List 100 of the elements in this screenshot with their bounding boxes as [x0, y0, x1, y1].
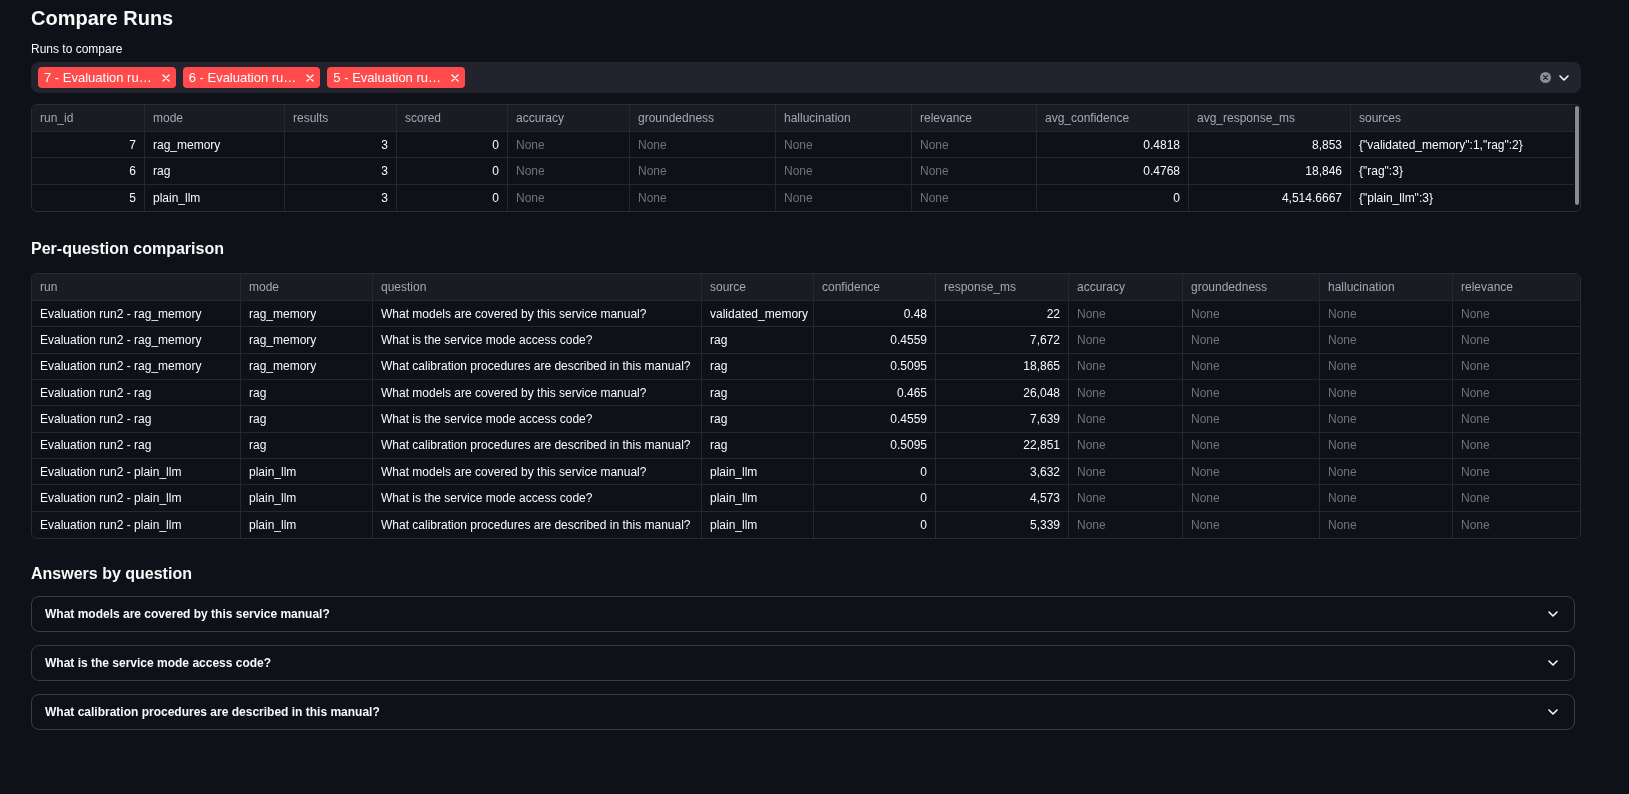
column-header[interactable]: results [285, 105, 397, 132]
expander[interactable]: What models are covered by this service manual? [31, 595, 1575, 633]
table-cell: plain_llm [241, 485, 373, 512]
column-header[interactable]: hallucination [1320, 274, 1453, 301]
table-cell: 0 [397, 132, 508, 159]
column-header[interactable]: avg_confidence [1037, 105, 1189, 132]
table-cell: None [1453, 301, 1580, 328]
column-header[interactable]: scored [397, 105, 508, 132]
table-cell: Evaluation run2 - plain_llm [32, 511, 241, 538]
table-cell: plain_llm [702, 458, 814, 486]
column-header[interactable]: confidence [814, 274, 936, 301]
table-cell: None [1320, 511, 1453, 538]
table-cell: None [1183, 353, 1320, 380]
table-cell: 26,048 [936, 379, 1069, 407]
table-cell: None [1069, 379, 1183, 407]
table-cell: 0.4818 [1037, 132, 1189, 159]
table-cell: None [1183, 327, 1320, 354]
table-cell: {"validated_memory":1,"rag":2} [1351, 132, 1574, 159]
table-cell: None [1320, 301, 1453, 328]
table-cell: 0.5095 [814, 353, 936, 380]
column-header[interactable]: mode [145, 105, 285, 132]
table-cell: None [1183, 406, 1320, 433]
table-cell: Evaluation run2 - plain_llm [32, 458, 241, 486]
field-label: Runs to compare [31, 41, 123, 57]
chevron-down-icon[interactable] [1559, 74, 1569, 81]
expander[interactable]: What calibration procedures are described in this manual? [31, 693, 1575, 731]
table-cell: None [1453, 379, 1580, 407]
table-cell: What models are covered by this service manual? [373, 379, 702, 407]
table-cell: 6 [32, 158, 145, 185]
table-cell: None [1320, 353, 1453, 380]
table-cell: None [912, 158, 1037, 185]
table-cell: None [1320, 485, 1453, 512]
table-cell: None [1069, 301, 1183, 328]
column-header[interactable]: groundedness [630, 105, 776, 132]
column-header[interactable]: accuracy [1069, 274, 1183, 301]
column-header[interactable]: relevance [912, 105, 1037, 132]
table-cell: Evaluation run2 - rag [32, 379, 241, 407]
table-cell: None [1320, 406, 1453, 433]
column-header[interactable]: run_id [32, 105, 145, 132]
column-header[interactable]: run [32, 274, 241, 301]
clear-icon[interactable] [1540, 72, 1551, 83]
table-cell: None [508, 184, 630, 211]
column-header[interactable]: groundedness [1183, 274, 1320, 301]
table-cell: rag [702, 327, 814, 354]
column-header[interactable]: accuracy [508, 105, 630, 132]
close-icon[interactable] [451, 73, 459, 82]
table-cell: 4,573 [936, 485, 1069, 512]
chevron-down-icon [1548, 709, 1558, 716]
column-header[interactable]: hallucination [776, 105, 912, 132]
table-cell: None [776, 158, 912, 185]
table-cell: None [1183, 379, 1320, 407]
table-cell: plain_llm [145, 184, 285, 211]
table-cell: What calibration procedures are described in this manual? [373, 353, 702, 380]
table-cell: Evaluation run2 - rag_memory [32, 301, 241, 328]
table-cell: None [1069, 353, 1183, 380]
page-title: Compare Runs [31, 6, 174, 30]
close-icon[interactable] [306, 73, 315, 82]
table-cell: Evaluation run2 - rag [32, 406, 241, 433]
table-cell: 0 [814, 485, 936, 512]
close-icon[interactable] [161, 73, 170, 82]
table-cell: rag_memory [145, 132, 285, 159]
table-cell: 0 [397, 184, 508, 211]
table-cell: None [1183, 511, 1320, 538]
column-header[interactable]: question [373, 274, 702, 301]
section-heading: Per-question comparison [31, 239, 224, 259]
chevron-down-icon [1548, 611, 1558, 618]
table-cell: None [630, 132, 776, 159]
table-cell: 3,632 [936, 458, 1069, 486]
table-cell: What is the service mode access code? [373, 406, 702, 433]
scrollbar-thumb[interactable] [1575, 106, 1579, 205]
table-cell: plain_llm [702, 485, 814, 512]
table-cell: What calibration procedures are described in this manual? [373, 511, 702, 538]
table-cell: None [1453, 458, 1580, 486]
table-cell: None [912, 132, 1037, 159]
table-cell: None [508, 132, 630, 159]
table-cell: plain_llm [702, 511, 814, 538]
table-cell: None [912, 184, 1037, 211]
column-header[interactable]: mode [241, 274, 373, 301]
table-cell: What models are covered by this service manual? [373, 458, 702, 486]
table-cell: rag_memory [241, 301, 373, 328]
table-cell: 0.5095 [814, 432, 936, 459]
column-header[interactable]: response_ms [936, 274, 1069, 301]
table-cell: {"rag":3} [1351, 158, 1574, 185]
table-cell: rag [702, 353, 814, 380]
column-header[interactable]: avg_response_ms [1189, 105, 1351, 132]
table-cell: 0.4559 [814, 327, 936, 354]
chevron-down-icon [1548, 660, 1558, 667]
table-cell: 0.48 [814, 301, 936, 328]
column-header[interactable]: source [702, 274, 814, 301]
table-cell: What calibration procedures are described in this manual? [373, 432, 702, 459]
column-header[interactable]: relevance [1453, 274, 1580, 301]
expander[interactable]: What is the service mode access code? [31, 644, 1575, 682]
table-cell: 4,514.6667 [1189, 184, 1351, 211]
table-cell: None [776, 184, 912, 211]
table-cell-text: None [1460, 516, 1491, 534]
column-header[interactable]: sources [1351, 105, 1574, 132]
table-cell: 8,853 [1189, 132, 1351, 159]
table-cell: 5 [32, 184, 145, 211]
table-cell: None [508, 158, 630, 185]
table-cell: 7,672 [936, 327, 1069, 354]
